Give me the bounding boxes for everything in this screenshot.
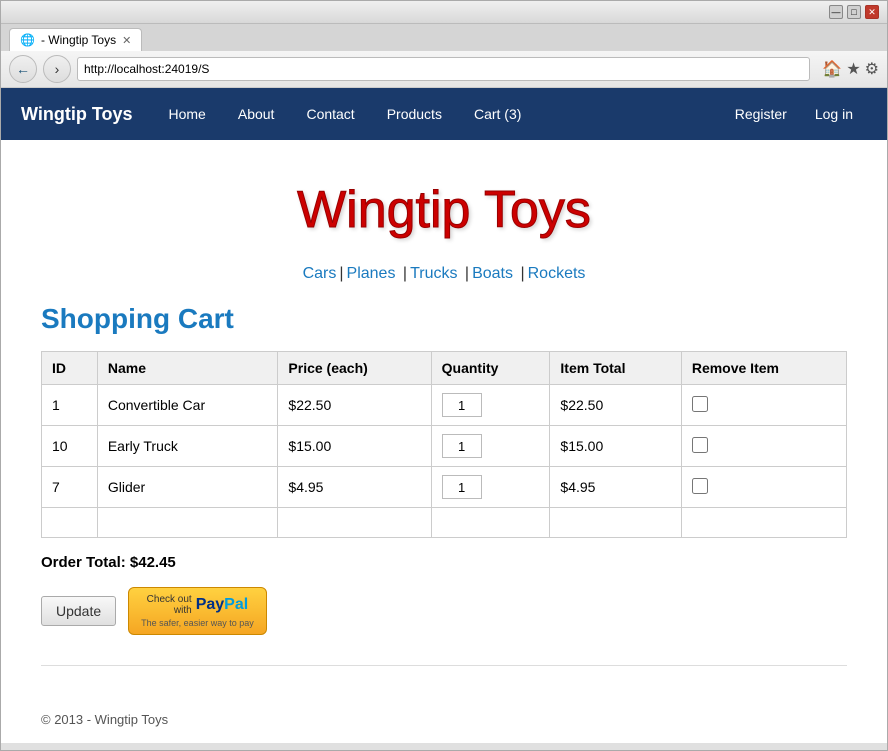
cell-total: $15.00	[550, 426, 681, 467]
col-qty: Quantity	[431, 352, 550, 385]
navbar: Wingtip Toys Home About Contact Products…	[1, 88, 887, 140]
col-id: ID	[42, 352, 98, 385]
address-bar[interactable]	[77, 57, 810, 81]
close-button[interactable]: ✕	[865, 5, 879, 19]
sep-2: |	[398, 265, 407, 282]
nav-home[interactable]: Home	[153, 92, 222, 136]
nav-cart[interactable]: Cart (3)	[458, 92, 537, 136]
tab-title: - Wingtip Toys	[41, 33, 116, 47]
nav-contact[interactable]: Contact	[290, 92, 370, 136]
cell-name: Early Truck	[97, 426, 278, 467]
nav-right: Register Log in	[721, 92, 867, 136]
update-button[interactable]: Update	[41, 596, 116, 626]
cart-title: Shopping Cart	[41, 303, 847, 335]
empty-row	[42, 508, 847, 538]
cell-name: Glider	[97, 467, 278, 508]
navbar-brand[interactable]: Wingtip Toys	[21, 104, 133, 125]
remove-checkbox-2[interactable]	[692, 478, 708, 494]
tab-close-button[interactable]: ✕	[122, 34, 131, 47]
sep-1: |	[339, 265, 343, 282]
browser-window: — □ ✕ 🌐 - Wingtip Toys ✕ ← › 🏠 ★ ⚙ Wingt…	[0, 0, 888, 751]
paypal-logo: PayPal	[196, 596, 248, 614]
table-row: 1 Convertible Car $22.50 $22.50	[42, 385, 847, 426]
category-links: Cars|Planes |Trucks |Boats |Rockets	[41, 255, 847, 303]
checkout-text-block: Check out with	[147, 594, 192, 616]
minimize-button[interactable]: —	[829, 5, 843, 19]
paypal-button[interactable]: Check out with PayPal The safer, easier …	[128, 587, 267, 635]
cat-cars[interactable]: Cars	[303, 265, 337, 282]
remove-checkbox-1[interactable]	[692, 437, 708, 453]
paypal-pal: Pal	[224, 596, 248, 613]
toolbar-icons: 🏠 ★ ⚙	[822, 59, 879, 79]
cell-price: $15.00	[278, 426, 431, 467]
tab-bar: 🌐 - Wingtip Toys ✕	[1, 24, 887, 51]
title-bar: — □ ✕	[1, 1, 887, 24]
cat-boats[interactable]: Boats	[472, 265, 513, 282]
cell-id: 1	[42, 385, 98, 426]
cell-id: 7	[42, 467, 98, 508]
cell-qty[interactable]	[431, 426, 550, 467]
col-remove: Remove Item	[681, 352, 846, 385]
col-total: Item Total	[550, 352, 681, 385]
cell-remove[interactable]	[681, 467, 846, 508]
paypal-tagline: The safer, easier way to pay	[141, 618, 254, 628]
cell-price: $22.50	[278, 385, 431, 426]
cell-qty[interactable]	[431, 467, 550, 508]
forward-button[interactable]: ›	[43, 55, 71, 83]
buttons-row: Update Check out with PayPal The safer, …	[41, 587, 847, 635]
col-price: Price (each)	[278, 352, 431, 385]
cell-name: Convertible Car	[97, 385, 278, 426]
cat-rockets[interactable]: Rockets	[528, 265, 586, 282]
settings-icon[interactable]: ⚙	[865, 59, 879, 79]
with-label: with	[174, 605, 192, 616]
cat-trucks[interactable]: Trucks	[410, 265, 457, 282]
footer-text: © 2013 - Wingtip Toys	[1, 696, 887, 743]
qty-input-2[interactable]	[442, 475, 482, 499]
browser-toolbar: ← › 🏠 ★ ⚙	[1, 51, 887, 88]
sep-3: |	[460, 265, 469, 282]
nav-links: Home About Contact Products Cart (3)	[153, 92, 721, 136]
table-row: 7 Glider $4.95 $4.95	[42, 467, 847, 508]
cell-total: $22.50	[550, 385, 681, 426]
nav-login[interactable]: Log in	[801, 92, 867, 136]
cell-id: 10	[42, 426, 98, 467]
col-name: Name	[97, 352, 278, 385]
nav-products[interactable]: Products	[371, 92, 458, 136]
footer-divider	[41, 665, 847, 666]
qty-input-1[interactable]	[442, 434, 482, 458]
star-icon[interactable]: ★	[846, 59, 860, 79]
cell-remove[interactable]	[681, 426, 846, 467]
checkout-label: Check out	[147, 594, 192, 605]
cell-price: $4.95	[278, 467, 431, 508]
cart-table: ID Name Price (each) Quantity Item Total…	[41, 351, 847, 538]
nav-register[interactable]: Register	[721, 92, 801, 136]
back-button[interactable]: ←	[9, 55, 37, 83]
cell-qty[interactable]	[431, 385, 550, 426]
nav-about[interactable]: About	[222, 92, 291, 136]
tab-icon: 🌐	[20, 33, 35, 47]
qty-input-0[interactable]	[442, 393, 482, 417]
browser-tab[interactable]: 🌐 - Wingtip Toys ✕	[9, 28, 142, 51]
paypal-row: Check out with PayPal	[147, 594, 249, 616]
page-title-fancy: Wingtip Toys	[41, 160, 847, 255]
cell-remove[interactable]	[681, 385, 846, 426]
cat-planes[interactable]: Planes	[347, 265, 396, 282]
table-row: 10 Early Truck $15.00 $15.00	[42, 426, 847, 467]
maximize-button[interactable]: □	[847, 5, 861, 19]
order-total: Order Total: $42.45	[41, 554, 847, 571]
remove-checkbox-0[interactable]	[692, 396, 708, 412]
main-container: Wingtip Toys Cars|Planes |Trucks |Boats …	[1, 140, 887, 696]
home-icon[interactable]: 🏠	[822, 59, 842, 79]
sep-4: |	[516, 265, 525, 282]
page-content: Wingtip Toys Home About Contact Products…	[1, 88, 887, 743]
cell-total: $4.95	[550, 467, 681, 508]
